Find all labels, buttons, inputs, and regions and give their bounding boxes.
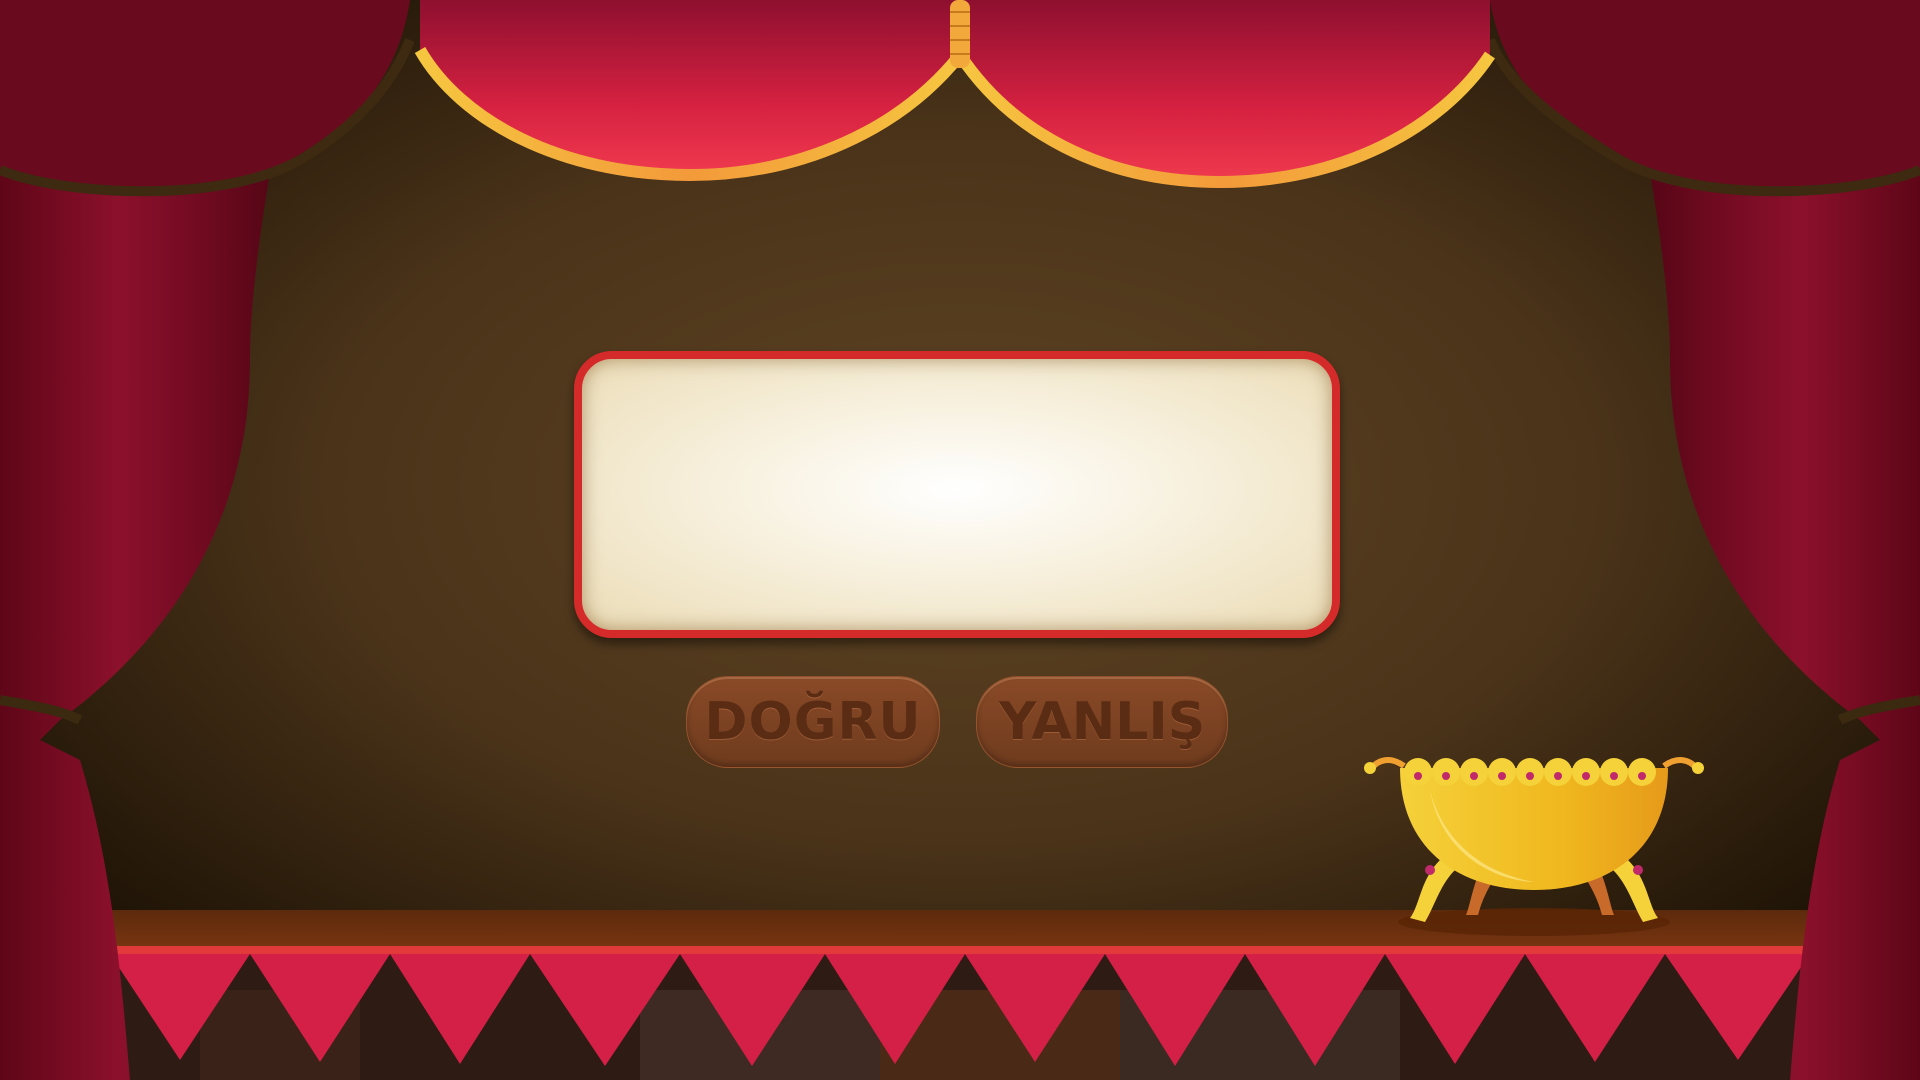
question-text (582, 359, 1332, 630)
false-button[interactable]: YANLIŞ (976, 676, 1228, 768)
question-panel (574, 351, 1340, 638)
game-stage: DOĞRU YANLIŞ (0, 0, 1920, 1080)
true-button[interactable]: DOĞRU (686, 676, 940, 768)
